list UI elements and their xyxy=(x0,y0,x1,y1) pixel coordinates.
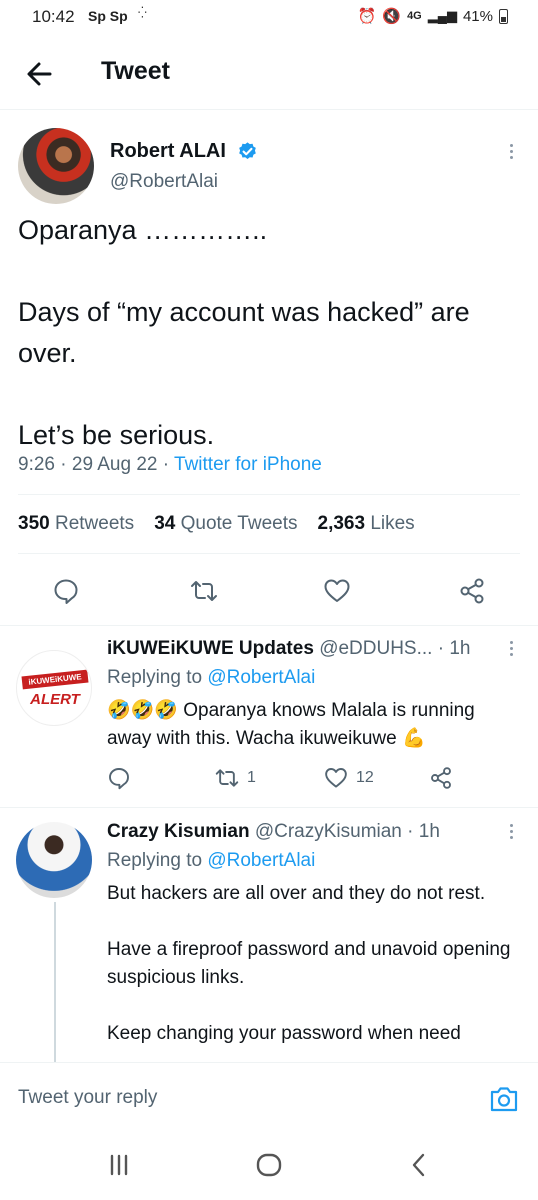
arrow-left-icon xyxy=(27,62,52,86)
back-button[interactable] xyxy=(22,56,58,92)
replying-prefix: Replying to xyxy=(107,667,203,688)
camera-icon[interactable] xyxy=(488,1083,520,1115)
alarm-icon: ⏰ xyxy=(357,8,377,25)
likes-count: 2,363 xyxy=(317,513,366,534)
comment-icon[interactable] xyxy=(52,577,80,605)
author-avatar[interactable] xyxy=(18,128,94,204)
tweet-date: 29 Aug 22 xyxy=(71,454,158,475)
reply-like-count: 12 xyxy=(356,769,374,786)
retweets-stat[interactable]: 350 Retweets xyxy=(18,513,134,535)
reply-age: · 1h xyxy=(437,638,471,659)
system-icons: ⏰ 🔇 4G ▂▄▆ 41% xyxy=(358,7,508,25)
reply-author-name[interactable]: Crazy Kisumian xyxy=(107,821,250,842)
recent-apps-icon[interactable] xyxy=(104,1150,134,1180)
battery-icon xyxy=(499,8,508,24)
page-title: Tweet xyxy=(101,57,170,85)
author-handle[interactable]: @RobertAlai xyxy=(110,171,218,193)
reply-header: Crazy Kisumian @CrazyKisumian · 1h xyxy=(107,821,440,843)
reply-text: 🤣🤣🤣 Oparanya knows Malala is running awa… xyxy=(107,700,475,749)
avatar-logo-band: iKUWEiKUWE xyxy=(21,669,89,690)
share-icon[interactable] xyxy=(458,577,486,605)
reply-avatar[interactable] xyxy=(16,822,92,898)
divider xyxy=(18,553,520,554)
reply-retweet-action[interactable]: 1 xyxy=(215,766,256,790)
reply-comment-action[interactable] xyxy=(107,766,131,790)
quotes-label: Quote Tweets xyxy=(180,513,298,534)
tweet-source-link[interactable]: Twitter for iPhone xyxy=(174,454,322,475)
reply-author-name[interactable]: iKUWEiKUWE Updates xyxy=(107,638,314,659)
header: Tweet xyxy=(0,40,538,110)
replying-prefix: Replying to xyxy=(107,850,203,871)
meta-sep: · xyxy=(60,454,72,475)
quotes-count: 34 xyxy=(154,513,176,534)
reply-age: · 1h xyxy=(407,821,440,842)
home-icon[interactable] xyxy=(254,1150,284,1180)
reply-author-handle[interactable]: @eDDUHS... xyxy=(319,638,432,659)
likes-stat[interactable]: 2,363 Likes xyxy=(318,513,415,535)
tweet-text: Oparanya ………….. Days of “my account was … xyxy=(18,215,470,450)
mute-icon: 🔇 xyxy=(382,8,402,25)
reply-actions: 1 12 xyxy=(107,766,507,792)
more-vertical-icon[interactable] xyxy=(508,144,514,159)
status-bar: 10:42 Sp Sp ⁛ ⏰ 🔇 4G ▂▄▆ 41% xyxy=(0,0,538,36)
heart-icon xyxy=(325,768,347,788)
reply-header: iKUWEiKUWE Updates @eDDUHS... · 1h xyxy=(107,638,470,660)
replying-mention-link[interactable]: @RobertAlai xyxy=(207,850,315,871)
signal-icon: ▂▄▆ xyxy=(427,8,457,23)
tweet-stats: 350 Retweets 34 Quote Tweets 2,363 Likes xyxy=(18,513,415,535)
reply-share-action[interactable] xyxy=(429,766,453,790)
notification-dots-icon: ⁛ xyxy=(138,7,147,19)
share-icon xyxy=(431,767,451,789)
status-time: 10:42 xyxy=(32,7,75,26)
replying-mention-link[interactable]: @RobertAlai xyxy=(207,667,315,688)
reply-like-action[interactable]: 12 xyxy=(324,766,374,790)
tweet-meta: 9:26 · 29 Aug 22 · Twitter for iPhone xyxy=(18,454,322,476)
quotes-stat[interactable]: 34 Quote Tweets xyxy=(154,513,297,535)
retweets-count: 350 xyxy=(18,513,50,534)
comment-icon xyxy=(109,768,129,790)
thread-line xyxy=(54,902,56,1062)
separator xyxy=(0,807,538,808)
battery-label: 41% xyxy=(462,7,493,25)
reply-composer: Tweet your reply xyxy=(0,1062,538,1126)
verified-badge-icon xyxy=(239,142,256,159)
likes-label: Likes xyxy=(370,513,415,534)
reply-input[interactable]: Tweet your reply xyxy=(18,1087,157,1109)
network-label: 4G xyxy=(407,10,422,22)
avatar-logo-alert: ALERT xyxy=(30,691,80,708)
back-nav-icon[interactable] xyxy=(404,1150,434,1180)
carrier-label: Sp Sp xyxy=(88,8,128,24)
tweet-actions xyxy=(0,572,538,612)
reply-author-handle[interactable]: @CrazyKisumian xyxy=(255,821,402,842)
more-vertical-icon[interactable] xyxy=(508,641,514,656)
separator xyxy=(0,625,538,626)
more-vertical-icon[interactable] xyxy=(508,824,514,839)
replying-to: Replying to @RobertAlai xyxy=(107,850,315,872)
reply-retweet-count: 1 xyxy=(247,769,256,786)
system-navigation-bar xyxy=(0,1126,538,1200)
retweets-label: Retweets xyxy=(54,513,135,534)
author-name[interactable]: Robert ALAI xyxy=(110,140,226,163)
replying-to: Replying to @RobertAlai xyxy=(107,667,315,689)
meta-sep: · xyxy=(162,454,175,475)
heart-icon[interactable] xyxy=(323,577,351,605)
reply-text: But hackers are all over and they do not… xyxy=(107,883,511,1044)
retweet-icon xyxy=(215,769,239,787)
reply-avatar[interactable]: iKUWEiKUWE ALERT xyxy=(16,650,92,726)
retweet-icon[interactable] xyxy=(190,577,218,605)
tweet-time: 9:26 xyxy=(18,454,55,475)
divider xyxy=(18,494,520,495)
